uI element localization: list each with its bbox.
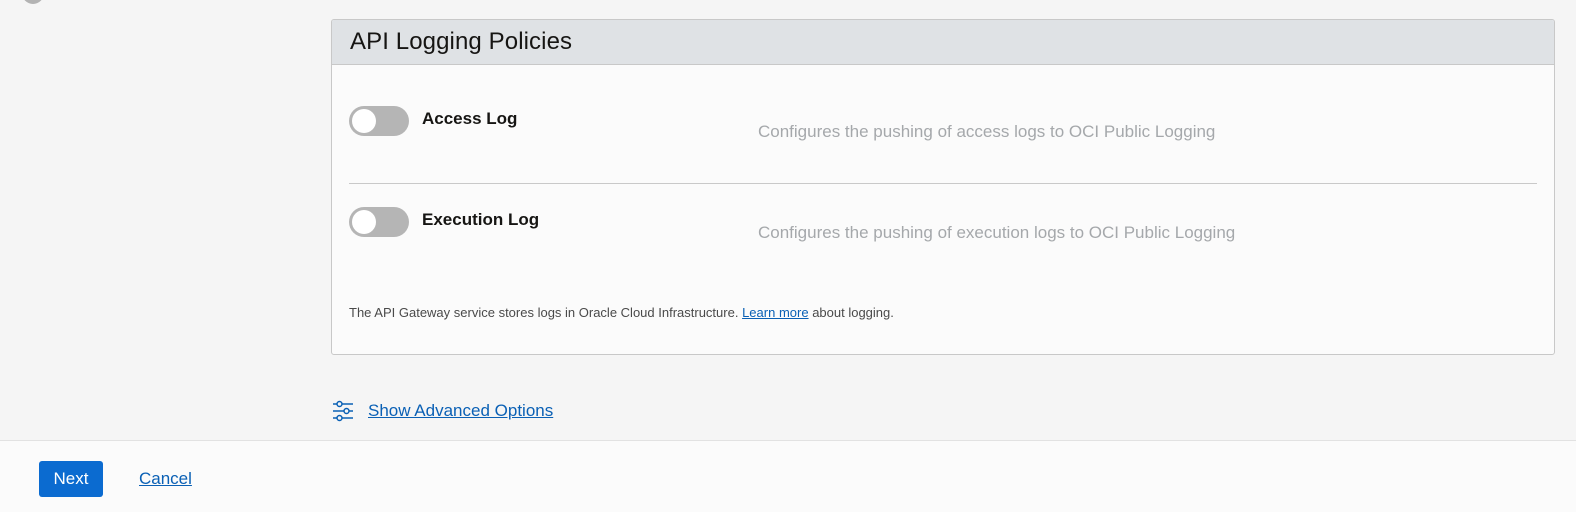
access-log-toggle[interactable] xyxy=(349,106,409,136)
api-logging-policies-panel: API Logging Policies Access Log Configur… xyxy=(331,19,1555,355)
execution-log-toggle[interactable] xyxy=(349,207,409,237)
show-advanced-options-label: Show Advanced Options xyxy=(368,401,554,420)
access-log-row: Access Log Configures the pushing of acc… xyxy=(349,106,1537,166)
toggle-knob xyxy=(352,210,376,234)
info-suffix: about logging. xyxy=(812,305,894,320)
learn-more-link[interactable]: Learn more xyxy=(742,305,808,320)
access-log-description: Configures the pushing of access logs to… xyxy=(758,122,1216,141)
toggle-knob xyxy=(352,109,376,133)
panel-header: API Logging Policies xyxy=(332,20,1554,65)
logging-info-text: The API Gateway service stores logs in O… xyxy=(349,305,894,320)
show-advanced-options-link[interactable]: Show Advanced Options xyxy=(331,399,553,423)
cancel-link[interactable]: Cancel xyxy=(139,469,192,489)
sliders-icon xyxy=(331,399,355,423)
wizard-footer: Next Cancel xyxy=(0,440,1576,512)
execution-log-label: Execution Log xyxy=(422,210,540,229)
next-button[interactable]: Next xyxy=(39,461,103,497)
step-indicator-dot xyxy=(22,0,44,4)
execution-log-description: Configures the pushing of execution logs… xyxy=(758,223,1236,242)
info-prefix: The API Gateway service stores logs in O… xyxy=(349,305,739,320)
execution-log-row: Execution Log Configures the pushing of … xyxy=(349,207,1537,267)
panel-title: API Logging Policies xyxy=(350,28,573,55)
divider xyxy=(349,183,1537,184)
access-log-label: Access Log xyxy=(422,109,518,128)
